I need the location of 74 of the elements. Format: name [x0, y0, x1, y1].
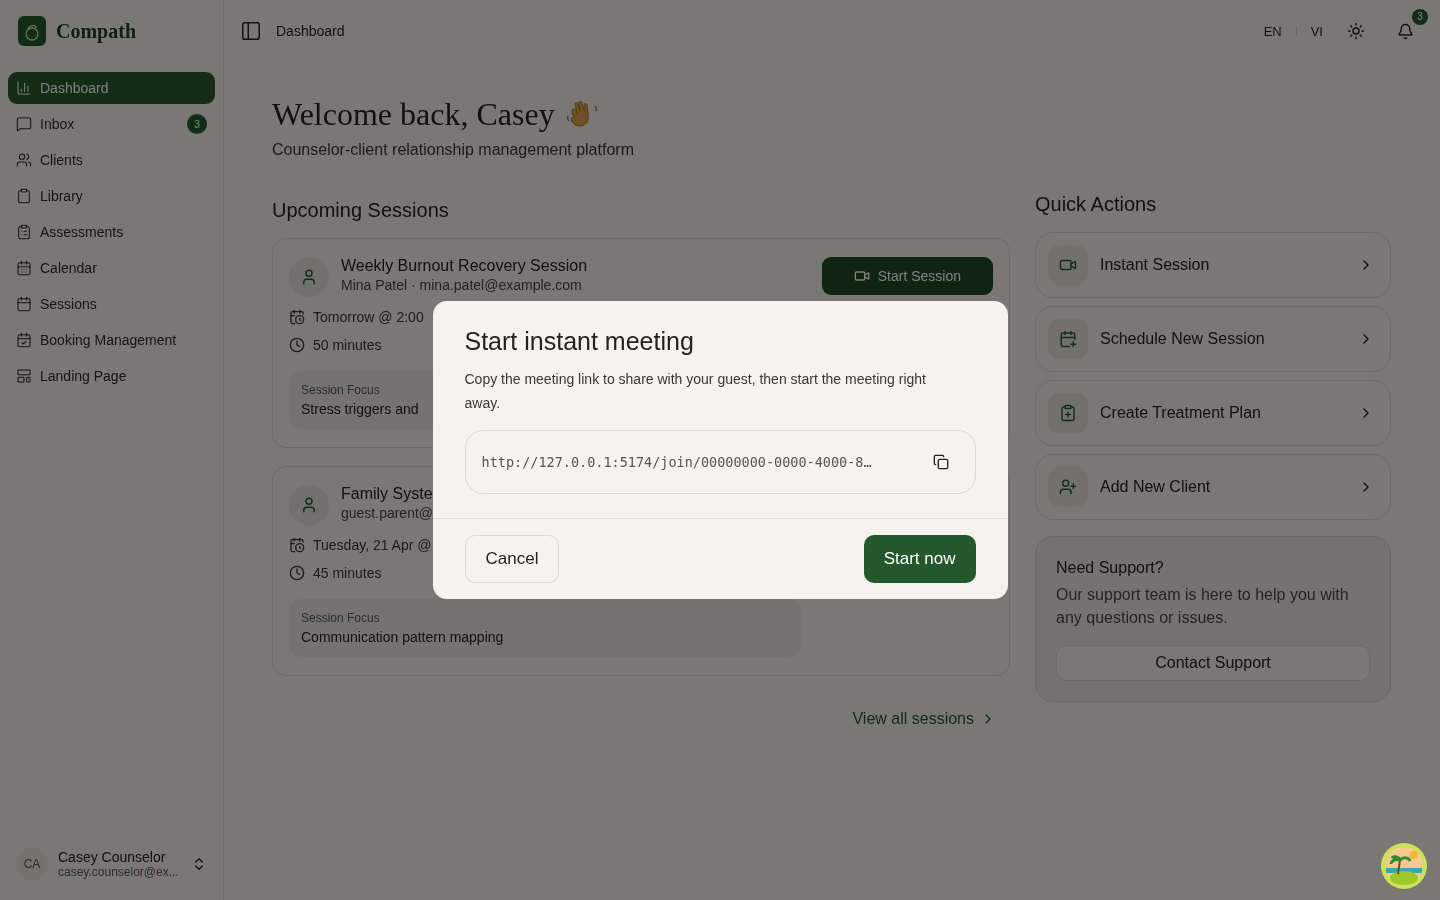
logo-icon	[18, 16, 46, 46]
language-option[interactable]: EN	[1263, 23, 1282, 39]
clipboard-icon	[16, 188, 32, 204]
clipboard-list-icon	[16, 224, 32, 240]
link-field[interactable]: http://127.0.0.1:5174/join/00000000-0000-4000-8…	[464, 429, 976, 494]
clipboard-plus-icon	[1048, 393, 1088, 433]
message-icon	[16, 116, 32, 132]
calendar-icon	[16, 296, 32, 312]
calendar-clock-icon	[289, 537, 305, 553]
start-session-button[interactable]: Start Session	[821, 257, 993, 295]
calendar-plus-icon	[1048, 319, 1088, 359]
support-title: Need Support?	[1056, 559, 1165, 577]
users-icon	[16, 152, 32, 168]
session-duration: 45 minutes	[313, 565, 382, 581]
island-drawing[interactable]	[1380, 842, 1428, 890]
session-time: Tomorrow @ 2:00	[313, 309, 424, 325]
focus-text: Communication pattern mapping	[301, 629, 504, 645]
sidebar-item[interactable]: Booking Management	[8, 324, 215, 356]
user-avatar: CA	[16, 848, 48, 880]
dialog-text: Copy the meeting link to share with your guest, then start the meeting right away.	[464, 370, 927, 413]
video-icon	[1048, 245, 1088, 285]
page-subtitle: Counselor-client relationship management platform	[272, 141, 635, 159]
user-email: casey.counselor@ex...	[58, 865, 180, 879]
session-duration: 50 minutes	[313, 337, 382, 353]
count-badge: 3	[187, 114, 207, 134]
layout-icon	[16, 368, 32, 384]
calendar-clock-icon	[289, 309, 305, 325]
page-title: Welcome back, Casey	[272, 96, 555, 133]
view-all-link[interactable]: View all sessions	[852, 710, 996, 728]
calendar-icon	[16, 260, 32, 276]
video-icon	[853, 268, 870, 284]
notification-badge: 3	[1412, 8, 1428, 25]
user-icon	[289, 257, 329, 297]
clock-icon	[289, 565, 305, 581]
support-text: Our support team is here to help you with any questions or issues.	[1056, 585, 1350, 629]
session-client: guest.parent@	[341, 505, 434, 521]
cancel-button[interactable]: Cancel	[464, 534, 560, 583]
breadcrumb: Dashboard	[276, 23, 346, 39]
sun-icon[interactable]	[1347, 22, 1365, 40]
session-time: Tuesday, 21 Apr @	[313, 537, 432, 553]
calendar-check-icon	[16, 332, 32, 348]
start-now-button[interactable]: Start now	[863, 534, 976, 583]
focus-label: Session Focus	[301, 383, 380, 397]
user-name: Casey Counselor	[58, 849, 167, 865]
quick-action[interactable]: Schedule New Session	[1035, 306, 1391, 372]
focus-text: Stress triggers and	[301, 401, 419, 417]
session-title: Weekly Burnout Recovery Session	[341, 257, 588, 275]
sidebar-toggle-icon[interactable]	[240, 20, 262, 42]
dialog-title: Start instant meeting	[464, 327, 695, 357]
bar-chart-icon	[16, 80, 32, 96]
sidebar-item[interactable]: Clients	[8, 144, 215, 176]
quick-action[interactable]: Instant Session	[1035, 232, 1391, 298]
quick-action[interactable]: Add New Client	[1035, 454, 1391, 520]
sidebar-item[interactable]: Dashboard	[8, 72, 215, 104]
copy-icon[interactable]	[932, 453, 949, 470]
quick-action[interactable]: Create Treatment Plan	[1035, 380, 1391, 446]
bell-icon[interactable]	[1397, 22, 1414, 40]
sidebar-item[interactable]: Assessments	[8, 216, 215, 248]
session-title: Family Syste	[341, 485, 433, 503]
user-plus-icon	[1048, 467, 1088, 507]
language-option[interactable]: VI	[1310, 23, 1323, 39]
user-icon	[289, 485, 329, 525]
sidebar-item[interactable]: Calendar	[8, 252, 215, 284]
section-heading: Upcoming Sessions	[272, 199, 450, 222]
brand-name: Compath	[56, 19, 136, 43]
clock-icon	[289, 337, 305, 353]
section-heading: Quick Actions	[1035, 193, 1158, 216]
sidebar-item[interactable]: Landing Page	[8, 360, 215, 392]
sidebar-item[interactable]: Library	[8, 180, 215, 212]
sidebar-item[interactable]: Sessions	[8, 288, 215, 320]
session-client: Mina Patel · mina.patel@example.com	[341, 277, 582, 293]
focus-label: Session Focus	[301, 611, 380, 625]
sidebar-item[interactable]: Inbox 3	[8, 108, 215, 140]
contact-support-button[interactable]: Contact Support	[1056, 645, 1370, 682]
